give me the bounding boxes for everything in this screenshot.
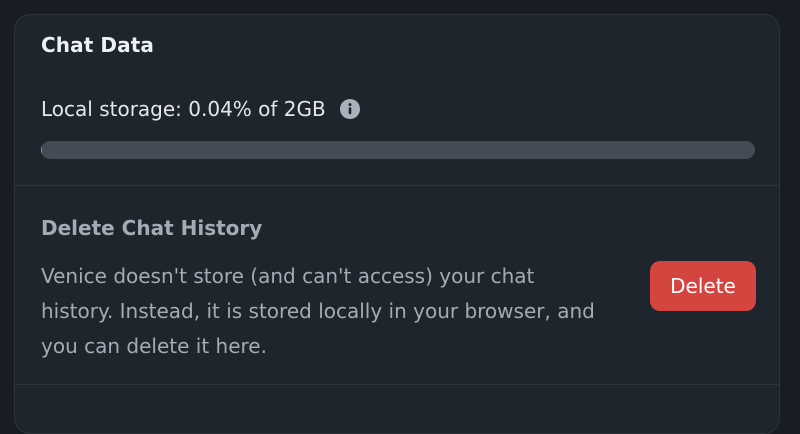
section-divider (15, 185, 779, 186)
info-icon[interactable] (340, 99, 360, 119)
delete-history-description: Venice doesn't store (and can't access) … (41, 259, 611, 364)
storage-label: Local storage: 0.04% of 2GB (41, 97, 326, 121)
delete-button[interactable]: Delete (650, 261, 756, 311)
storage-row: Local storage: 0.04% of 2GB (41, 97, 360, 121)
card-title: Chat Data (41, 33, 154, 57)
storage-progress-bar (41, 141, 755, 159)
chat-data-card: Chat Data Local storage: 0.04% of 2GB De… (14, 14, 780, 434)
section-divider (15, 384, 779, 385)
delete-history-title: Delete Chat History (41, 216, 262, 240)
